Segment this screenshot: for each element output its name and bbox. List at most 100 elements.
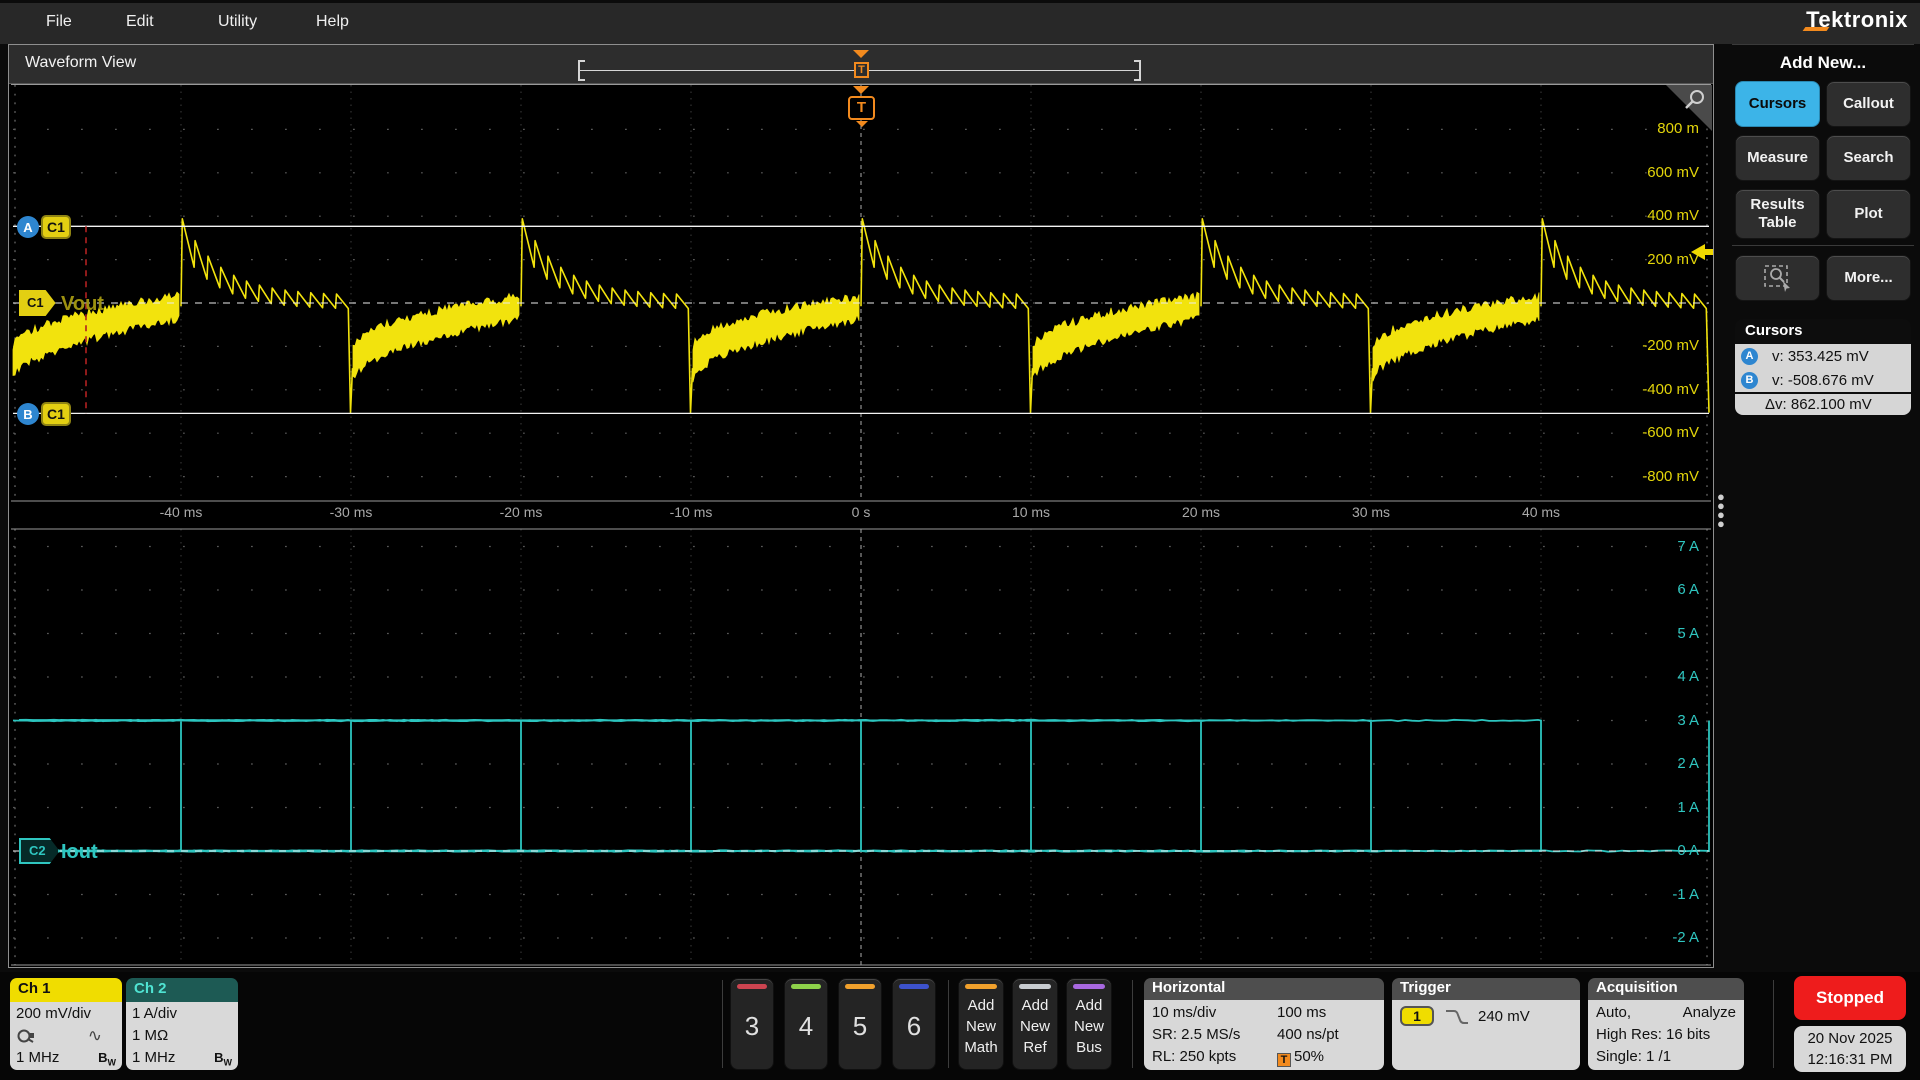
y-axis-label-bottom: 2 A: [1619, 755, 1699, 772]
bottombar-divider: [722, 980, 723, 1068]
cursor-a-dot-icon: A: [1741, 348, 1758, 365]
trigger-position-triangle-icon[interactable]: [853, 86, 869, 94]
waveform-view-title: Waveform View: [25, 54, 136, 72]
math-color-stripe: [965, 984, 997, 989]
acquisition-analyze: Analyze: [1683, 1002, 1736, 1024]
trigger-position-badge[interactable]: T: [848, 96, 875, 120]
x-axis-label: 20 ms: [1166, 504, 1236, 520]
cursor-a-channel: C1: [41, 215, 71, 239]
more-button[interactable]: More...: [1826, 255, 1911, 301]
menu-utility[interactable]: Utility: [218, 13, 257, 31]
x-axis-label: -20 ms: [486, 504, 556, 520]
cursors-results-panel[interactable]: Cursors A v: 353.425 mV B v: -508.676 mV…: [1735, 319, 1911, 415]
minimap-bracket-right[interactable]: [1134, 60, 1141, 81]
add-new-ref-button[interactable]: Add New Ref: [1012, 978, 1058, 1070]
trigger-source-chip: 1: [1400, 1006, 1434, 1026]
ch5-button[interactable]: 5: [838, 978, 882, 1070]
callout-button[interactable]: Callout: [1826, 81, 1911, 127]
ref-color-stripe: [1019, 984, 1051, 989]
cursor-a-letter: A: [17, 216, 39, 238]
ch2-impedance: 1 MΩ: [132, 1025, 232, 1047]
magnifier-icon: [1682, 88, 1708, 114]
bandwidth-limit-icon: BW: [214, 1047, 232, 1070]
cursor-b-value: v: -508.676 mV: [1772, 372, 1874, 389]
run-stop-button[interactable]: Stopped: [1794, 976, 1906, 1020]
acquisition-resolution: High Res: 16 bits: [1596, 1024, 1736, 1046]
minimap-trigger-marker-icon[interactable]: [853, 50, 869, 58]
ch1-badge[interactable]: Ch 1 200 mV/div ∿ 1 MHz BW: [10, 978, 122, 1070]
ch1-badge-title: Ch 1: [10, 978, 122, 1002]
zoom-select-icon: [1763, 264, 1793, 292]
bus-color-stripe: [1073, 984, 1105, 989]
falling-edge-icon: [1444, 1008, 1470, 1026]
sidebar-divider: [1732, 245, 1914, 246]
trigger-badge-pointer-icon: [856, 121, 868, 127]
trigger-level: 240 mV: [1478, 1006, 1530, 1028]
trigger-level-arrow-icon[interactable]: [1691, 243, 1713, 261]
cursor-b-dot-icon: B: [1741, 372, 1758, 389]
acquisition-panel[interactable]: Acquisition Auto,Analyze High Res: 16 bi…: [1588, 978, 1744, 1070]
add-new-bus-button[interactable]: Add New Bus: [1066, 978, 1112, 1070]
y-axis-label-top: -800 mV: [1619, 468, 1699, 485]
cursors-panel-title: Cursors: [1735, 319, 1911, 344]
ch5-color-stripe: [845, 984, 875, 989]
ch2-badge[interactable]: Ch 2 1 A/div 1 MΩ 1 MHz BW: [126, 978, 238, 1070]
ch2-badge-title: Ch 2: [126, 978, 238, 1002]
ch3-button[interactable]: 3: [730, 978, 774, 1070]
ch1-label: Vout: [61, 293, 104, 316]
horizontal-panel[interactable]: Horizontal 10 ms/div100 ms SR: 2.5 MS/s4…: [1144, 978, 1384, 1070]
measure-button[interactable]: Measure: [1735, 135, 1820, 181]
y-axis-label-top: 400 mV: [1619, 207, 1699, 224]
search-button[interactable]: Search: [1826, 135, 1911, 181]
ch3-color-stripe: [737, 984, 767, 989]
horizontal-scale: 10 ms/div: [1152, 1002, 1277, 1024]
minimap-bracket-left[interactable]: [578, 60, 585, 81]
y-axis-label-bottom: -1 A: [1619, 886, 1699, 903]
logo-swoosh: [1803, 27, 1830, 31]
bottom-bar: Ch 1 200 mV/div ∿ 1 MHz BW Ch 2 1 A/div …: [0, 972, 1920, 1080]
trigger-title: Trigger: [1392, 978, 1580, 1000]
plot-button[interactable]: Plot: [1826, 189, 1911, 239]
results-table-button[interactable]: Results Table: [1735, 189, 1820, 239]
trigger-panel[interactable]: Trigger 1 240 mV: [1392, 978, 1580, 1070]
cursor-b-row: B v: -508.676 mV: [1735, 368, 1911, 392]
zoom-corner-button[interactable]: [1666, 85, 1712, 131]
add-new-math-button[interactable]: Add New Math: [958, 978, 1004, 1070]
menu-edit[interactable]: Edit: [126, 13, 154, 31]
y-axis-label-top: 600 mV: [1619, 164, 1699, 181]
cursor-a-value: v: 353.425 mV: [1772, 348, 1869, 365]
probe-icon: [16, 1028, 36, 1044]
horizontal-position-minimap[interactable]: T: [578, 45, 1141, 84]
y-axis-label-bottom: 0 A: [1619, 842, 1699, 859]
ch2-label: Iout: [61, 841, 98, 864]
y-axis-label-bottom: -2 A: [1619, 929, 1699, 946]
cursor-delta-value: Δv: 862.100 mV: [1735, 392, 1911, 415]
y-axis-label-top: -600 mV: [1619, 424, 1699, 441]
cursor-b-badge[interactable]: B C1: [17, 402, 71, 426]
zoom-select-button[interactable]: [1735, 255, 1820, 301]
ch6-color-stripe: [899, 984, 929, 989]
x-axis-label: -40 ms: [146, 504, 216, 520]
y-axis-label-bottom: 7 A: [1619, 538, 1699, 555]
horizontal-title: Horizontal: [1144, 978, 1384, 1000]
cursors-button[interactable]: Cursors: [1735, 81, 1820, 127]
cursor-b-channel: C1: [41, 402, 71, 426]
horizontal-position: T50%: [1277, 1046, 1376, 1068]
minimap-trigger-t-icon[interactable]: T: [854, 62, 869, 78]
ch4-color-stripe: [791, 984, 821, 989]
bottombar-divider: [948, 980, 949, 1068]
add-new-title: Add New...: [1732, 53, 1914, 73]
menu-help[interactable]: Help: [316, 13, 349, 31]
menu-file[interactable]: File: [46, 13, 72, 31]
ch6-button[interactable]: 6: [892, 978, 936, 1070]
trigger-position-icon: T: [1277, 1053, 1291, 1067]
y-axis-label-top: 200 mV: [1619, 251, 1699, 268]
ch1-noise-band: [13, 292, 1539, 382]
panel-drag-handle[interactable]: ●●●●: [1717, 492, 1723, 532]
bandwidth-limit-icon: BW: [98, 1047, 116, 1070]
y-axis-label-bottom: 1 A: [1619, 799, 1699, 816]
ch4-button[interactable]: 4: [784, 978, 828, 1070]
x-axis-label: -10 ms: [656, 504, 726, 520]
cursor-a-badge[interactable]: A C1: [17, 215, 71, 239]
bottombar-divider: [1132, 980, 1133, 1068]
